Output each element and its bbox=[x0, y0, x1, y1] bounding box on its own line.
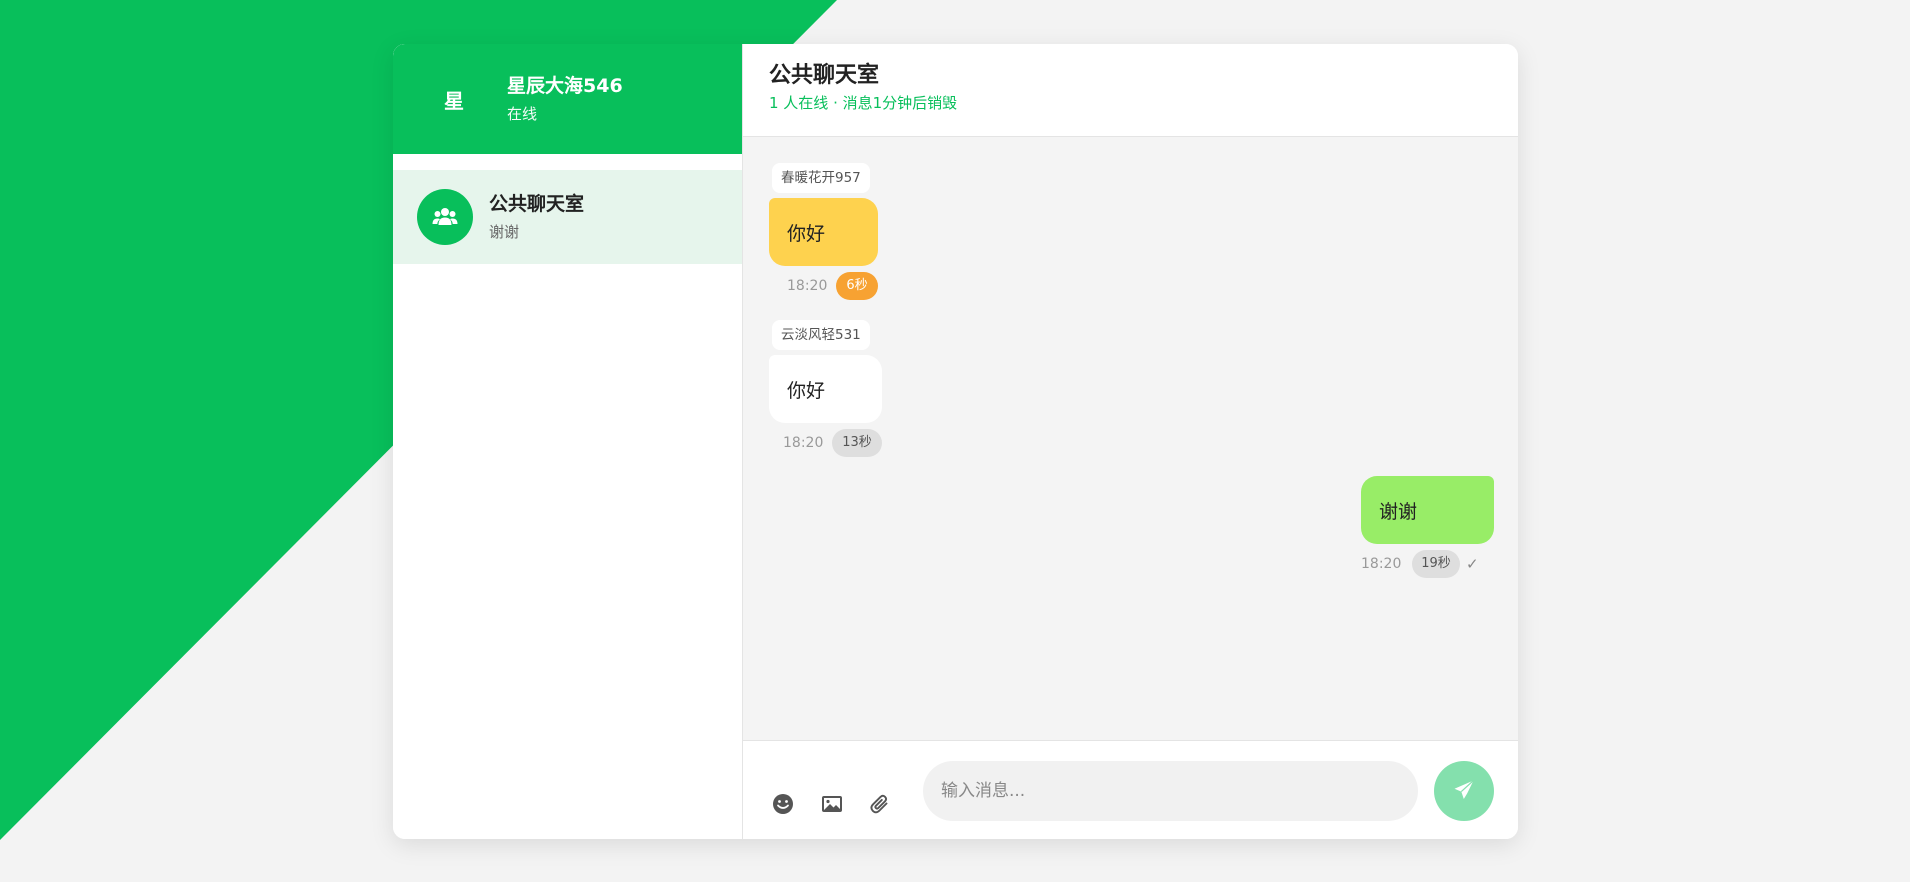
chat-panel: 公共聊天室 1 人在线 · 消息1分钟后销毁 春暖花开957 你好 18:20 … bbox=[743, 44, 1518, 839]
users-icon bbox=[417, 189, 473, 245]
input-bar bbox=[743, 740, 1518, 839]
user-status: 在线 bbox=[507, 105, 538, 123]
message-bubble: 你好 bbox=[769, 198, 878, 266]
room-last-message: 谢谢 bbox=[489, 223, 520, 241]
message-input[interactable] bbox=[923, 761, 1418, 821]
smile-icon[interactable] bbox=[772, 793, 794, 815]
chat-title: 公共聊天室 bbox=[769, 63, 880, 88]
sidebar: 星 星辰大海546 在线 公共聊天室 谢谢 bbox=[393, 44, 743, 839]
message-list[interactable]: 春暖花开957 你好 18:20 6秒 云淡风轻531 你好 18:20 13秒… bbox=[743, 137, 1518, 740]
room-name: 公共聊天室 bbox=[489, 193, 585, 215]
message-time: 18:20 bbox=[783, 435, 824, 451]
chat-subtitle: 1 人在线 · 消息1分钟后销毁 bbox=[769, 94, 958, 112]
message-time: 18:20 bbox=[787, 278, 828, 294]
chat-app-window: 星 星辰大海546 在线 公共聊天室 谢谢 公共聊天室 1 人在线 · 消息1分… bbox=[393, 44, 1518, 839]
self-destruct-timer: 13秒 bbox=[832, 429, 882, 457]
self-destruct-timer: 19秒 bbox=[1412, 550, 1460, 578]
send-button[interactable] bbox=[1434, 761, 1494, 821]
user-info: 星辰大海546 在线 bbox=[507, 74, 623, 124]
room-item-public[interactable]: 公共聊天室 谢谢 bbox=[393, 170, 742, 264]
user-name: 星辰大海546 bbox=[507, 75, 623, 97]
message-sender: 云淡风轻531 bbox=[772, 320, 870, 350]
message-time: 18:20 bbox=[1361, 556, 1402, 572]
room-info: 公共聊天室 谢谢 bbox=[489, 192, 584, 242]
message-bubble: 你好 bbox=[769, 355, 882, 423]
paper-plane-icon bbox=[1453, 779, 1475, 804]
message-bubble-own: 谢谢 bbox=[1361, 476, 1494, 544]
user-avatar: 星 bbox=[444, 88, 464, 113]
chat-header: 公共聊天室 1 人在线 · 消息1分钟后销毁 bbox=[743, 44, 1518, 137]
check-icon: ✓ bbox=[1466, 555, 1479, 573]
image-icon[interactable] bbox=[821, 793, 843, 815]
user-profile-header: 星 星辰大海546 在线 bbox=[393, 44, 742, 154]
message-sender: 春暖花开957 bbox=[772, 163, 870, 193]
self-destruct-timer: 6秒 bbox=[836, 272, 878, 300]
paperclip-icon[interactable] bbox=[869, 793, 891, 815]
